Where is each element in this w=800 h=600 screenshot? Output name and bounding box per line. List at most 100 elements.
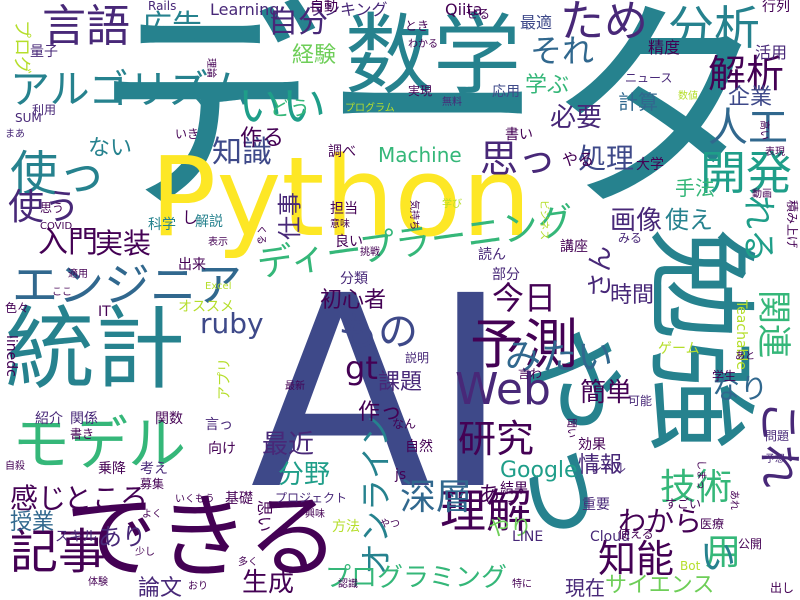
word: しまっ: [695, 460, 706, 490]
word: 聞い: [565, 418, 576, 438]
word: 乗降: [98, 461, 126, 477]
word: 表現: [765, 147, 785, 158]
word: ところ: [64, 482, 149, 515]
word: 紹介: [35, 411, 63, 427]
word: やつ: [380, 519, 400, 530]
word: 利用: [32, 103, 57, 117]
word: プロジェクト: [275, 491, 348, 505]
word: 生成: [242, 568, 295, 598]
word: 積み上げ: [785, 200, 799, 249]
word: プログ: [11, 20, 32, 74]
word: 感じ: [10, 482, 67, 515]
word: 少し: [135, 547, 155, 558]
word: 最近: [262, 430, 315, 460]
word: さん: [586, 245, 616, 298]
word: 分析: [668, 1, 760, 55]
word: それ: [530, 32, 595, 70]
word: 簡単: [580, 378, 633, 408]
word: し: [182, 208, 199, 227]
word: 今日: [492, 279, 557, 317]
word: 広告: [142, 9, 202, 44]
word: Rails: [148, 0, 177, 13]
word: COVID: [40, 221, 73, 232]
word: 担当: [330, 201, 358, 217]
word: js: [395, 467, 407, 483]
word: いくもう: [175, 494, 215, 505]
word: 関数: [155, 411, 183, 427]
word: 思う: [40, 201, 65, 215]
word: 大学: [636, 157, 664, 173]
word: 読ん: [478, 247, 506, 263]
word: 出来: [178, 257, 206, 273]
word: 手法: [675, 176, 715, 200]
word: オススメ: [178, 299, 234, 315]
word: やる: [562, 150, 595, 169]
word: 思い: [255, 500, 274, 533]
word: ニュース: [625, 71, 673, 85]
word: とき: [405, 19, 430, 33]
word: linedc: [3, 335, 19, 377]
word: 方法: [332, 519, 360, 535]
word: 入門: [38, 225, 98, 260]
word: 無料: [442, 97, 462, 108]
word: 研究: [458, 417, 535, 461]
word: 出し: [770, 581, 795, 595]
word: gt: [345, 349, 378, 387]
word: 実現: [408, 84, 433, 98]
word: 効果: [578, 437, 606, 453]
word: 最新: [285, 381, 305, 392]
word: 向け: [208, 441, 236, 457]
word: 行列: [762, 0, 790, 15]
word: ここ: [52, 287, 72, 298]
word: 深層: [400, 477, 473, 518]
word: 必要: [550, 103, 603, 133]
word: レベル: [590, 461, 627, 475]
word: 関連: [753, 290, 793, 358]
word: 応用: [492, 84, 520, 100]
word: Bot: [680, 559, 701, 573]
word: あれ: [728, 490, 739, 510]
word: 動画: [752, 189, 772, 200]
word: アプリ: [217, 358, 233, 400]
word: これ: [753, 400, 800, 488]
word: 挑戦: [360, 247, 380, 258]
word: 医療: [700, 517, 725, 531]
word: 公開: [738, 537, 763, 551]
word: 認識: [338, 579, 358, 590]
word: 学ぶ: [525, 73, 570, 98]
word: 書い: [505, 127, 533, 143]
word: 高い: [758, 120, 769, 140]
word: 自然: [405, 439, 433, 455]
word: 学び: [442, 199, 462, 210]
word: 実装: [95, 227, 152, 260]
word: 考え: [140, 461, 168, 477]
word: 説明: [405, 351, 430, 365]
word: 科学: [148, 217, 176, 233]
word: 気持ち: [408, 200, 419, 230]
word: Machine: [378, 143, 462, 167]
word: オンライン: [357, 414, 395, 575]
word: 基礎: [225, 491, 253, 507]
word: 人工: [708, 105, 788, 151]
word: 学生: [712, 369, 737, 383]
word: 統計: [5, 297, 185, 402]
word: 体験: [88, 577, 108, 588]
word: 良い: [335, 234, 363, 250]
word: 多く: [238, 557, 258, 568]
word: 仕事: [276, 192, 304, 240]
word: あり: [98, 523, 146, 551]
word: 数値: [678, 91, 698, 102]
word: 活用: [755, 43, 788, 62]
word: 自殺: [5, 461, 25, 472]
word: 書き: [70, 427, 95, 441]
word-cloud: データ AI Python 数学 勉強 できる 統計 やっ モデル 言語 アルゴ…: [0, 0, 800, 600]
word: 思っ: [480, 137, 557, 181]
word: 現在: [565, 576, 605, 600]
word: 精度: [648, 38, 681, 57]
word: 表示: [208, 237, 228, 248]
word: よく: [142, 509, 162, 520]
word: 募集: [140, 477, 165, 491]
word: どう: [270, 96, 310, 120]
word: くる: [255, 225, 266, 245]
word: おり: [188, 581, 208, 592]
